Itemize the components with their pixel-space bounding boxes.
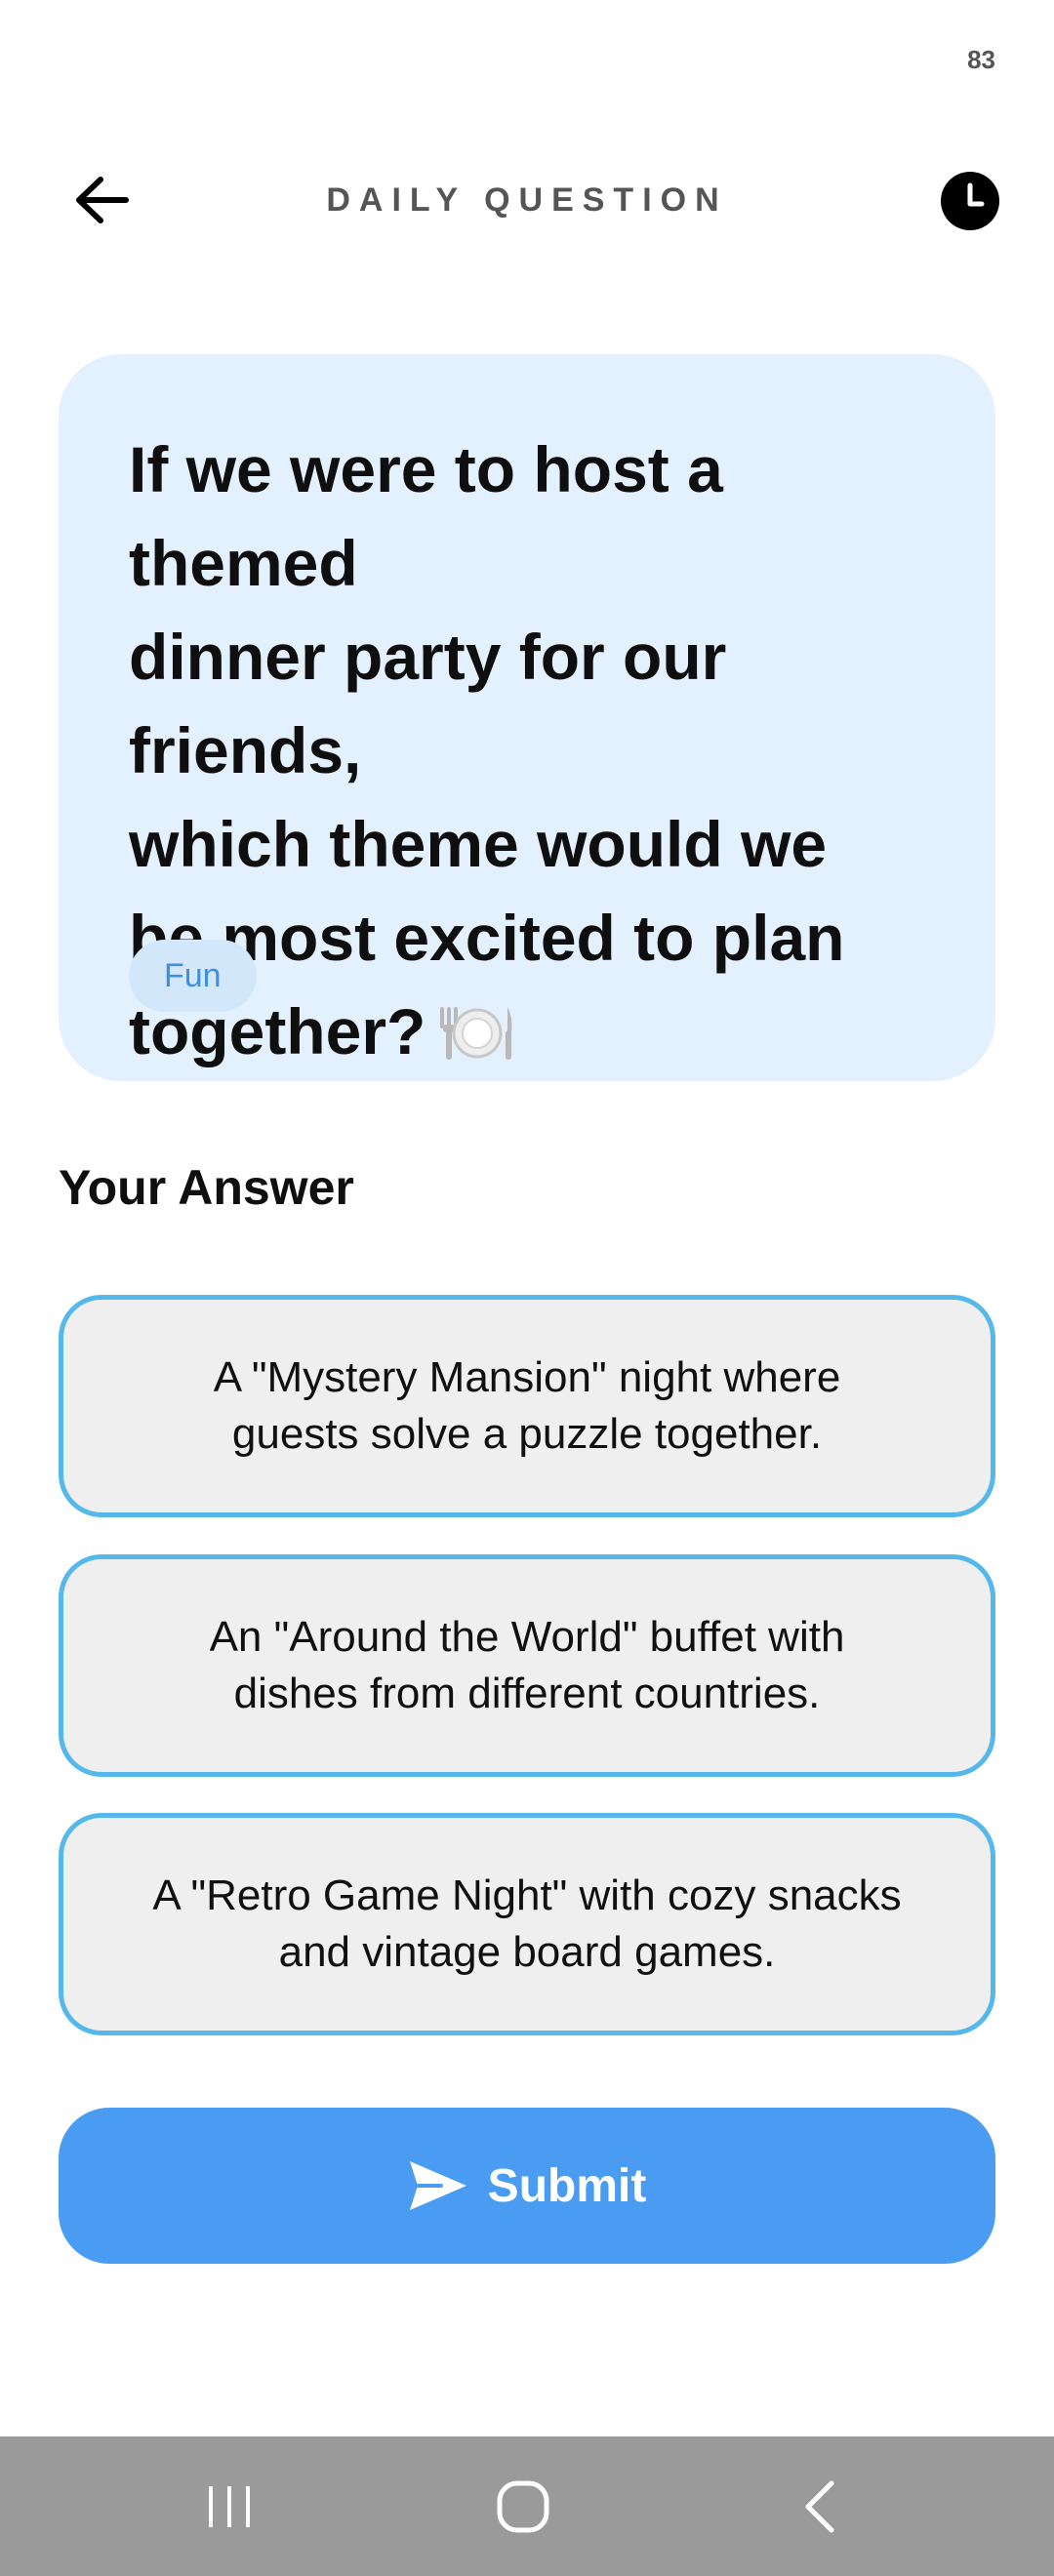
system-navigation-bar bbox=[0, 2436, 1054, 2576]
answer-option-3[interactable]: A "Retro Game Night" with cozy snacks an… bbox=[59, 1813, 995, 2035]
header: DAILY QUESTION bbox=[0, 146, 1054, 254]
recents-icon bbox=[209, 2485, 250, 2527]
category-tag: Fun bbox=[129, 940, 257, 1012]
nav-back-icon bbox=[805, 2480, 834, 2532]
battery-level: 83 bbox=[967, 45, 995, 74]
answer-option-label: An "Around the World" buffet with dishes… bbox=[209, 1613, 845, 1717]
clock-icon bbox=[967, 182, 985, 207]
home-button[interactable] bbox=[445, 2436, 601, 2576]
answer-heading: Your Answer bbox=[59, 1160, 354, 1215]
submit-label: Submit bbox=[487, 2159, 647, 2212]
answer-option-2[interactable]: An "Around the World" buffet with dishes… bbox=[59, 1554, 995, 1777]
fork-plate-knife-icon bbox=[437, 994, 515, 1088]
home-icon bbox=[497, 2480, 549, 2532]
nav-back-button[interactable] bbox=[742, 2436, 898, 2576]
page-title: DAILY QUESTION bbox=[326, 181, 728, 219]
submit-button[interactable]: Submit bbox=[59, 2108, 995, 2264]
send-icon bbox=[409, 2161, 466, 2210]
daily-question-screen: 83 DAILY QUESTION If we were to host a t… bbox=[0, 0, 1054, 2576]
answer-option-label: A "Retro Game Night" with cozy snacks an… bbox=[152, 1872, 902, 1976]
history-button[interactable] bbox=[941, 172, 999, 230]
answer-option-1[interactable]: A "Mystery Mansion" night where guests s… bbox=[59, 1295, 995, 1517]
answer-option-label: A "Mystery Mansion" night where guests s… bbox=[213, 1353, 841, 1458]
status-bar: 83 bbox=[0, 0, 1054, 117]
question-card: If we were to host a themed dinner party… bbox=[59, 354, 995, 1081]
recents-button[interactable] bbox=[151, 2436, 307, 2576]
